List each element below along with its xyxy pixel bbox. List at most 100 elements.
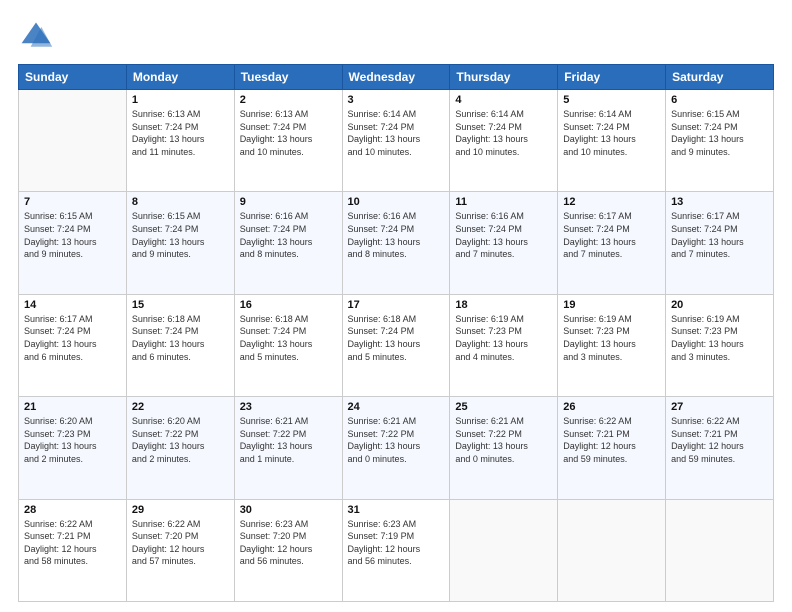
day-info: Sunrise: 6:22 AM Sunset: 7:20 PM Dayligh… xyxy=(132,518,229,568)
day-number: 8 xyxy=(132,196,229,208)
calendar-cell: 10 Sunrise: 6:16 AM Sunset: 7:24 PM Dayli… xyxy=(342,192,450,294)
calendar-cell: 11 Sunrise: 6:16 AM Sunset: 7:24 PM Dayli… xyxy=(450,192,558,294)
col-header-sunday: Sunday xyxy=(19,65,127,90)
day-number: 1 xyxy=(132,94,229,106)
day-number: 24 xyxy=(348,401,445,413)
day-info: Sunrise: 6:16 AM Sunset: 7:24 PM Dayligh… xyxy=(348,210,445,260)
calendar-cell: 15Sunrise: 6:18 AM Sunset: 7:24 PM Dayli… xyxy=(126,294,234,396)
day-info: Sunrise: 6:23 AM Sunset: 7:19 PM Dayligh… xyxy=(348,518,445,568)
calendar-week-row: 28 Sunrise: 6:22 AM Sunset: 7:21 PM Dayli… xyxy=(19,499,774,601)
calendar-week-row: 21Sunrise: 6:20 AM Sunset: 7:23 PM Dayli… xyxy=(19,397,774,499)
calendar-cell: 18Sunrise: 6:19 AM Sunset: 7:23 PM Dayli… xyxy=(450,294,558,396)
day-info: Sunrise: 6:13 AM Sunset: 7:24 PM Dayligh… xyxy=(132,108,229,158)
day-info: Sunrise: 6:18 AM Sunset: 7:24 PM Dayligh… xyxy=(348,313,445,363)
day-info: Sunrise: 6:14 AM Sunset: 7:24 PM Dayligh… xyxy=(455,108,552,158)
day-info: Sunrise: 6:22 AM Sunset: 7:21 PM Dayligh… xyxy=(563,415,660,465)
day-number: 6 xyxy=(671,94,768,106)
day-info: Sunrise: 6:16 AM Sunset: 7:24 PM Dayligh… xyxy=(240,210,337,260)
day-info: Sunrise: 6:22 AM Sunset: 7:21 PM Dayligh… xyxy=(671,415,768,465)
calendar-week-row: 7 Sunrise: 6:15 AM Sunset: 7:24 PM Daylig… xyxy=(19,192,774,294)
calendar-cell: 23 Sunrise: 6:21 AM Sunset: 7:22 PM Dayli… xyxy=(234,397,342,499)
day-info: Sunrise: 6:17 AM Sunset: 7:24 PM Dayligh… xyxy=(563,210,660,260)
col-header-monday: Monday xyxy=(126,65,234,90)
calendar-cell: 1 Sunrise: 6:13 AM Sunset: 7:24 PM Daylig… xyxy=(126,90,234,192)
day-number: 19 xyxy=(563,299,660,311)
day-number: 3 xyxy=(348,94,445,106)
day-info: Sunrise: 6:17 AM Sunset: 7:24 PM Dayligh… xyxy=(671,210,768,260)
calendar-week-row: 1 Sunrise: 6:13 AM Sunset: 7:24 PM Daylig… xyxy=(19,90,774,192)
day-number: 10 xyxy=(348,196,445,208)
col-header-saturday: Saturday xyxy=(666,65,774,90)
calendar-cell: 25 Sunrise: 6:21 AM Sunset: 7:22 PM Dayli… xyxy=(450,397,558,499)
day-number: 7 xyxy=(24,196,121,208)
day-number: 30 xyxy=(240,504,337,516)
calendar-cell: 31 Sunrise: 6:23 AM Sunset: 7:19 PM Dayli… xyxy=(342,499,450,601)
calendar-cell: 4 Sunrise: 6:14 AM Sunset: 7:24 PM Daylig… xyxy=(450,90,558,192)
day-info: Sunrise: 6:18 AM Sunset: 7:24 PM Dayligh… xyxy=(240,313,337,363)
calendar-header-row: SundayMondayTuesdayWednesdayThursdayFrid… xyxy=(19,65,774,90)
page: SundayMondayTuesdayWednesdayThursdayFrid… xyxy=(0,0,792,612)
day-info: Sunrise: 6:16 AM Sunset: 7:24 PM Dayligh… xyxy=(455,210,552,260)
day-info: Sunrise: 6:14 AM Sunset: 7:24 PM Dayligh… xyxy=(348,108,445,158)
calendar-cell: 2Sunrise: 6:13 AM Sunset: 7:24 PM Daylig… xyxy=(234,90,342,192)
day-info: Sunrise: 6:13 AM Sunset: 7:24 PM Dayligh… xyxy=(240,108,337,158)
calendar-cell: 24Sunrise: 6:21 AM Sunset: 7:22 PM Dayli… xyxy=(342,397,450,499)
calendar-cell: 5Sunrise: 6:14 AM Sunset: 7:24 PM Daylig… xyxy=(558,90,666,192)
day-info: Sunrise: 6:20 AM Sunset: 7:22 PM Dayligh… xyxy=(132,415,229,465)
calendar-cell: 29 Sunrise: 6:22 AM Sunset: 7:20 PM Dayli… xyxy=(126,499,234,601)
day-info: Sunrise: 6:18 AM Sunset: 7:24 PM Dayligh… xyxy=(132,313,229,363)
day-info: Sunrise: 6:15 AM Sunset: 7:24 PM Dayligh… xyxy=(671,108,768,158)
day-number: 26 xyxy=(563,401,660,413)
calendar-cell: 13 Sunrise: 6:17 AM Sunset: 7:24 PM Dayli… xyxy=(666,192,774,294)
day-info: Sunrise: 6:19 AM Sunset: 7:23 PM Dayligh… xyxy=(563,313,660,363)
day-number: 16 xyxy=(240,299,337,311)
calendar-cell: 27 Sunrise: 6:22 AM Sunset: 7:21 PM Dayli… xyxy=(666,397,774,499)
day-number: 12 xyxy=(563,196,660,208)
day-info: Sunrise: 6:17 AM Sunset: 7:24 PM Dayligh… xyxy=(24,313,121,363)
day-number: 17 xyxy=(348,299,445,311)
col-header-wednesday: Wednesday xyxy=(342,65,450,90)
day-number: 23 xyxy=(240,401,337,413)
day-info: Sunrise: 6:20 AM Sunset: 7:23 PM Dayligh… xyxy=(24,415,121,465)
day-info: Sunrise: 6:21 AM Sunset: 7:22 PM Dayligh… xyxy=(240,415,337,465)
header xyxy=(18,18,774,54)
col-header-thursday: Thursday xyxy=(450,65,558,90)
calendar-cell: 8 Sunrise: 6:15 AM Sunset: 7:24 PM Daylig… xyxy=(126,192,234,294)
calendar-cell: 14Sunrise: 6:17 AM Sunset: 7:24 PM Dayli… xyxy=(19,294,127,396)
calendar-cell xyxy=(450,499,558,601)
day-info: Sunrise: 6:19 AM Sunset: 7:23 PM Dayligh… xyxy=(455,313,552,363)
day-info: Sunrise: 6:15 AM Sunset: 7:24 PM Dayligh… xyxy=(24,210,121,260)
logo xyxy=(18,18,58,54)
calendar-cell: 28 Sunrise: 6:22 AM Sunset: 7:21 PM Dayli… xyxy=(19,499,127,601)
calendar-cell xyxy=(558,499,666,601)
calendar-table: SundayMondayTuesdayWednesdayThursdayFrid… xyxy=(18,64,774,602)
calendar-week-row: 14Sunrise: 6:17 AM Sunset: 7:24 PM Dayli… xyxy=(19,294,774,396)
day-number: 4 xyxy=(455,94,552,106)
day-number: 29 xyxy=(132,504,229,516)
logo-icon xyxy=(18,18,54,54)
day-info: Sunrise: 6:22 AM Sunset: 7:21 PM Dayligh… xyxy=(24,518,121,568)
calendar-cell: 21Sunrise: 6:20 AM Sunset: 7:23 PM Dayli… xyxy=(19,397,127,499)
calendar-cell: 16 Sunrise: 6:18 AM Sunset: 7:24 PM Dayli… xyxy=(234,294,342,396)
calendar-cell: 6 Sunrise: 6:15 AM Sunset: 7:24 PM Daylig… xyxy=(666,90,774,192)
calendar-cell: 30Sunrise: 6:23 AM Sunset: 7:20 PM Dayli… xyxy=(234,499,342,601)
day-number: 13 xyxy=(671,196,768,208)
day-number: 28 xyxy=(24,504,121,516)
day-info: Sunrise: 6:21 AM Sunset: 7:22 PM Dayligh… xyxy=(455,415,552,465)
day-info: Sunrise: 6:14 AM Sunset: 7:24 PM Dayligh… xyxy=(563,108,660,158)
calendar-cell: 26 Sunrise: 6:22 AM Sunset: 7:21 PM Dayli… xyxy=(558,397,666,499)
calendar-cell: 3 Sunrise: 6:14 AM Sunset: 7:24 PM Daylig… xyxy=(342,90,450,192)
calendar-cell: 20Sunrise: 6:19 AM Sunset: 7:23 PM Dayli… xyxy=(666,294,774,396)
day-number: 31 xyxy=(348,504,445,516)
day-number: 27 xyxy=(671,401,768,413)
calendar-cell: 12 Sunrise: 6:17 AM Sunset: 7:24 PM Dayli… xyxy=(558,192,666,294)
col-header-tuesday: Tuesday xyxy=(234,65,342,90)
calendar-cell xyxy=(19,90,127,192)
day-info: Sunrise: 6:15 AM Sunset: 7:24 PM Dayligh… xyxy=(132,210,229,260)
day-number: 25 xyxy=(455,401,552,413)
calendar-cell xyxy=(666,499,774,601)
day-number: 9 xyxy=(240,196,337,208)
col-header-friday: Friday xyxy=(558,65,666,90)
day-number: 11 xyxy=(455,196,552,208)
calendar-cell: 19 Sunrise: 6:19 AM Sunset: 7:23 PM Dayli… xyxy=(558,294,666,396)
